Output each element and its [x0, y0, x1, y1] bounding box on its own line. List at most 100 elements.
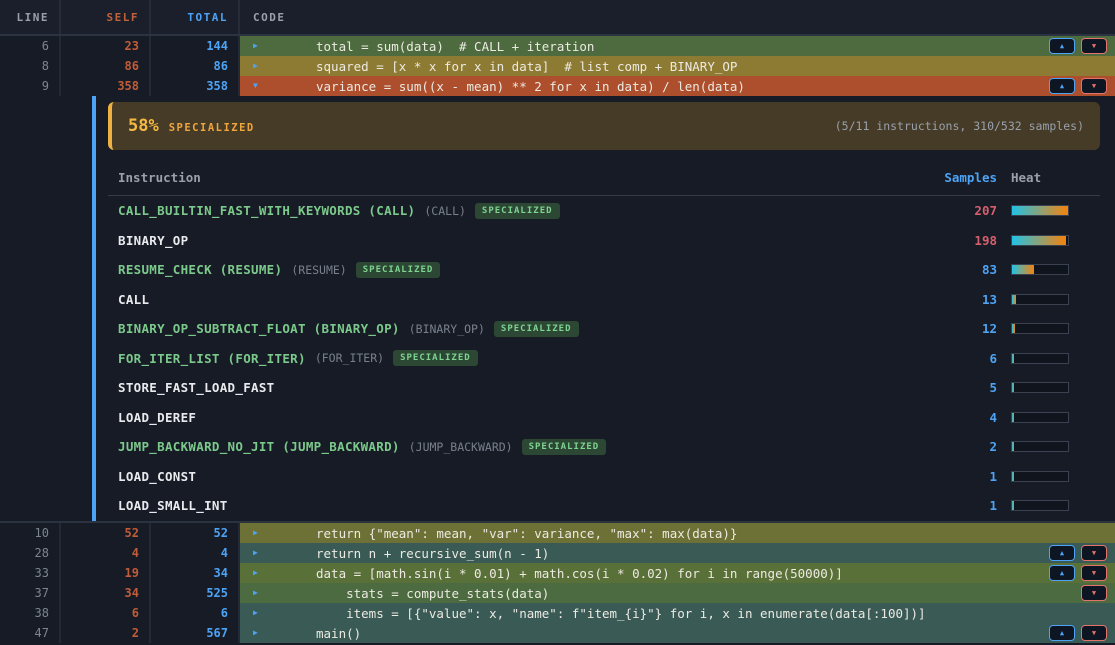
heat-bar-fill — [1012, 413, 1014, 422]
self-samples: 4 — [61, 543, 151, 563]
total-samples: 6 — [151, 603, 240, 623]
heat-bar-fill — [1012, 472, 1014, 481]
line-number: 9 — [0, 76, 61, 96]
heat-bar-fill — [1012, 383, 1014, 392]
code-text: return {"mean": mean, "var": variance, "… — [240, 526, 737, 541]
code-line-row[interactable]: 47 2 567 ▶ main() ▲▼ — [0, 623, 1115, 643]
self-samples: 52 — [61, 523, 151, 543]
expand-triangle-icon[interactable]: ▶ — [253, 629, 258, 637]
code-text: total = sum(data) # CALL + iteration — [240, 39, 594, 54]
jump-down-button[interactable]: ▼ — [1081, 545, 1107, 561]
line-number: 33 — [0, 563, 61, 583]
row-nav-buttons: ▲▼ — [1049, 38, 1107, 54]
heat-bar-fill — [1012, 265, 1034, 274]
table-header: LINE SELF TOTAL CODE — [0, 0, 1115, 36]
heat-bar — [1011, 323, 1069, 334]
jump-down-button[interactable]: ▼ — [1081, 585, 1107, 601]
instruction-row: BINARY_OP 198 — [108, 226, 1100, 256]
jump-up-button[interactable]: ▲ — [1049, 78, 1075, 94]
code-cell[interactable]: ▶ stats = compute_stats(data) ▼ — [240, 583, 1115, 603]
code-line-row[interactable]: 38 6 6 ▶ items = [{"value": x, "name": f… — [0, 603, 1115, 623]
self-samples: 86 — [61, 56, 151, 76]
code-cell[interactable]: ▶ main() ▲▼ — [240, 623, 1115, 643]
expand-triangle-icon[interactable]: ▶ — [253, 569, 258, 577]
expand-triangle-icon[interactable]: ▶ — [253, 42, 258, 50]
column-header-samples: Samples — [927, 170, 997, 185]
instruction-row: CALL_BUILTIN_FAST_WITH_KEYWORDS (CALL) (… — [108, 196, 1100, 226]
instruction-name: RESUME_CHECK (RESUME) — [118, 262, 282, 277]
code-line-row[interactable]: 37 34 525 ▶ stats = compute_stats(data) … — [0, 583, 1115, 603]
jump-up-button[interactable]: ▲ — [1049, 625, 1075, 641]
instruction-base-op: (RESUME) — [291, 263, 346, 277]
expanded-detail-section: 58% SPECIALIZED (5/11 instructions, 310/… — [0, 96, 1115, 521]
specialized-badge: SPECIALIZED — [356, 262, 441, 278]
expand-triangle-icon[interactable]: ▶ — [253, 529, 258, 537]
self-samples: 6 — [61, 603, 151, 623]
jump-up-button[interactable]: ▲ — [1049, 545, 1075, 561]
specialization-meta: (5/11 instructions, 310/532 samples) — [835, 119, 1084, 133]
specialized-badge: SPECIALIZED — [393, 350, 478, 366]
line-number: 38 — [0, 603, 61, 623]
jump-up-button[interactable]: ▲ — [1049, 38, 1075, 54]
column-header-line: LINE — [0, 0, 61, 34]
line-number: 37 — [0, 583, 61, 603]
code-cell[interactable]: ▼ variance = sum((x - mean) ** 2 for x i… — [240, 76, 1115, 96]
heat-bar — [1011, 382, 1069, 393]
expand-triangle-icon[interactable]: ▶ — [253, 609, 258, 617]
jump-down-button[interactable]: ▼ — [1081, 38, 1107, 54]
expand-triangle-icon[interactable]: ▼ — [253, 82, 258, 90]
line-number: 6 — [0, 36, 61, 56]
specialization-summary-panel: 58% SPECIALIZED (5/11 instructions, 310/… — [108, 102, 1100, 150]
expand-triangle-icon[interactable]: ▶ — [253, 62, 258, 70]
row-nav-buttons: ▼ — [1081, 585, 1107, 601]
expand-triangle-icon[interactable]: ▶ — [253, 589, 258, 597]
instruction-samples: 1 — [927, 498, 997, 513]
self-samples: 358 — [61, 76, 151, 96]
heat-bar-fill — [1012, 501, 1014, 510]
code-line-row[interactable]: 8 86 86 ▶ squared = [x * x for x in data… — [0, 56, 1115, 76]
row-nav-buttons: ▲▼ — [1049, 78, 1107, 94]
code-cell[interactable]: ▶ squared = [x * x for x in data] # list… — [240, 56, 1115, 76]
instruction-samples: 1 — [927, 469, 997, 484]
instruction-row: LOAD_SMALL_INT 1 — [108, 491, 1100, 521]
instruction-samples: 6 — [927, 351, 997, 366]
code-cell[interactable]: ▶ return {"mean": mean, "var": variance,… — [240, 523, 1115, 543]
jump-down-button[interactable]: ▼ — [1081, 78, 1107, 94]
code-line-row[interactable]: 9 358 358 ▼ variance = sum((x - mean) **… — [0, 76, 1115, 96]
jump-up-button[interactable]: ▲ — [1049, 565, 1075, 581]
instruction-samples: 13 — [927, 292, 997, 307]
total-samples: 86 — [151, 56, 240, 76]
expand-triangle-icon[interactable]: ▶ — [253, 549, 258, 557]
total-samples: 567 — [151, 623, 240, 643]
code-rows-bottom: 10 52 52 ▶ return {"mean": mean, "var": … — [0, 521, 1115, 643]
code-line-row[interactable]: 33 19 34 ▶ data = [math.sin(i * 0.01) + … — [0, 563, 1115, 583]
self-samples: 34 — [61, 583, 151, 603]
code-rows-top: 6 23 144 ▶ total = sum(data) # CALL + it… — [0, 36, 1115, 96]
code-line-row[interactable]: 6 23 144 ▶ total = sum(data) # CALL + it… — [0, 36, 1115, 56]
instruction-table-header: Instruction Samples Heat — [108, 162, 1100, 196]
instruction-base-op: (JUMP_BACKWARD) — [409, 440, 513, 454]
code-line-row[interactable]: 28 4 4 ▶ return n + recursive_sum(n - 1)… — [0, 543, 1115, 563]
jump-down-button[interactable]: ▼ — [1081, 625, 1107, 641]
code-cell[interactable]: ▶ total = sum(data) # CALL + iteration ▲… — [240, 36, 1115, 56]
code-line-row[interactable]: 10 52 52 ▶ return {"mean": mean, "var": … — [0, 523, 1115, 543]
code-text: stats = compute_stats(data) — [240, 586, 549, 601]
code-cell[interactable]: ▶ return n + recursive_sum(n - 1) ▲▼ — [240, 543, 1115, 563]
specialized-badge: SPECIALIZED — [522, 439, 607, 455]
code-cell[interactable]: ▶ data = [math.sin(i * 0.01) + math.cos(… — [240, 563, 1115, 583]
total-samples: 144 — [151, 36, 240, 56]
instruction-base-op: (CALL) — [424, 204, 466, 218]
heat-bar — [1011, 264, 1069, 275]
total-samples: 358 — [151, 76, 240, 96]
self-samples: 2 — [61, 623, 151, 643]
instruction-row: BINARY_OP_SUBTRACT_FLOAT (BINARY_OP) (BI… — [108, 314, 1100, 344]
instruction-row: LOAD_CONST 1 — [108, 462, 1100, 492]
column-header-self: SELF — [61, 0, 151, 34]
specialized-badge: SPECIALIZED — [494, 321, 579, 337]
instruction-row: STORE_FAST_LOAD_FAST 5 — [108, 373, 1100, 403]
code-text: variance = sum((x - mean) ** 2 for x in … — [240, 79, 745, 94]
specialized-badge: SPECIALIZED — [475, 203, 560, 219]
code-cell[interactable]: ▶ items = [{"value": x, "name": f"item_{… — [240, 603, 1115, 623]
heat-bar — [1011, 294, 1069, 305]
jump-down-button[interactable]: ▼ — [1081, 565, 1107, 581]
